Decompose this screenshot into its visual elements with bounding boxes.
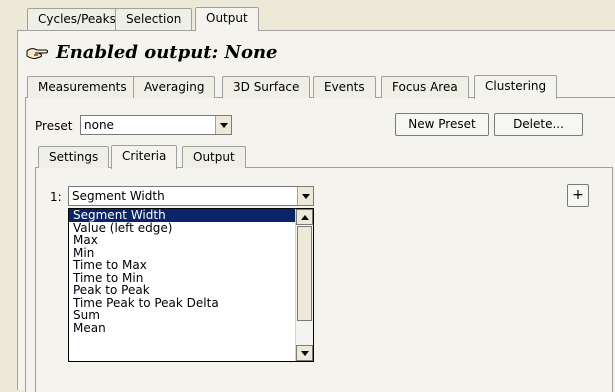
list-item[interactable]: Value (left edge)	[69, 221, 313, 235]
preset-select[interactable]: none	[80, 115, 232, 135]
dropdown-scrollbar[interactable]	[295, 209, 313, 361]
window: { "top_tabs": ["Cycles/Peaks", "Selectio…	[0, 0, 615, 392]
chevron-down-icon[interactable]	[215, 116, 231, 134]
criteria-dropdown-list[interactable]: Segment Width Value (left edge) Max Min …	[68, 208, 314, 362]
scroll-down-icon[interactable]	[296, 345, 313, 361]
page-title: Enabled output: None	[56, 42, 278, 63]
scroll-up-icon[interactable]	[296, 209, 313, 225]
list-item[interactable]: Time Peak to Peak Delta	[69, 296, 313, 310]
new-preset-button[interactable]: New Preset	[395, 113, 489, 136]
tab-averaging[interactable]: Averaging	[133, 76, 216, 98]
scrollbar-thumb[interactable]	[297, 226, 312, 321]
list-item[interactable]: Mean	[69, 321, 313, 335]
tab-settings[interactable]: Settings	[38, 146, 110, 168]
criteria-index-label: 1:	[50, 190, 62, 204]
tab-cycles-peaks[interactable]: Cycles/Peaks	[27, 8, 127, 30]
tab-selection[interactable]: Selection	[115, 8, 193, 30]
tab-criteria[interactable]: Criteria	[111, 145, 178, 169]
delete-preset-button[interactable]: Delete...	[494, 113, 583, 136]
list-item[interactable]: Peak to Peak	[69, 284, 313, 297]
tab-measurements[interactable]: Measurements	[27, 76, 138, 98]
add-criteria-button[interactable]: +	[567, 184, 589, 207]
tab-3d-surface[interactable]: 3D Surface	[222, 76, 311, 98]
chevron-down-icon[interactable]	[297, 187, 313, 205]
tab-focus-area[interactable]: Focus Area	[381, 76, 469, 98]
tab-output[interactable]: Output	[195, 7, 259, 31]
list-item[interactable]: Segment Width	[69, 209, 313, 222]
preset-value: none	[84, 118, 114, 132]
hand-pointer-icon	[25, 42, 49, 62]
criteria-selected-value: Segment Width	[72, 189, 165, 203]
criteria-select[interactable]: Segment Width	[68, 186, 314, 206]
tab-inner-output[interactable]: Output	[182, 146, 246, 168]
list-item[interactable]: Sum	[69, 309, 313, 322]
preset-label: Preset	[35, 119, 73, 133]
tab-clustering[interactable]: Clustering	[474, 75, 557, 99]
list-item[interactable]: Max	[69, 234, 313, 247]
list-item[interactable]: Time to Max	[69, 259, 313, 272]
tab-events[interactable]: Events	[313, 76, 376, 98]
